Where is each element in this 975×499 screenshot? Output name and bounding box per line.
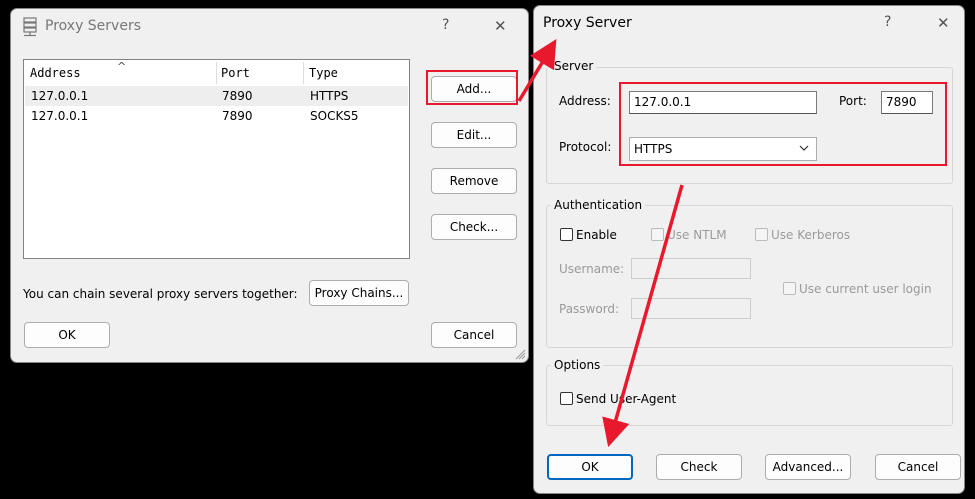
username-input[interactable] bbox=[631, 258, 751, 279]
proxy-server-title: Proxy Server bbox=[543, 15, 632, 31]
authentication-group-title: Authentication bbox=[551, 198, 646, 212]
row-port: 7890 bbox=[222, 89, 253, 103]
advanced-button[interactable]: Advanced... bbox=[765, 454, 851, 480]
add-button[interactable]: Add... bbox=[431, 76, 517, 102]
check-button[interactable]: Check... bbox=[431, 214, 517, 240]
sort-ascending-icon: ^ bbox=[117, 60, 127, 73]
address-label: Address: bbox=[559, 94, 611, 108]
use-kerberos-checkbox[interactable] bbox=[755, 228, 768, 241]
enable-checkbox[interactable] bbox=[560, 228, 573, 241]
send-user-agent-checkbox[interactable] bbox=[560, 392, 573, 405]
send-user-agent-label[interactable]: Send User-Agent bbox=[576, 392, 676, 406]
chain-description: You can chain several proxy servers toge… bbox=[23, 287, 298, 301]
row-type: HTTPS bbox=[310, 89, 349, 103]
protocol-label: Protocol: bbox=[559, 140, 612, 154]
options-group-title: Options bbox=[551, 358, 604, 372]
proxy-server-dialog: Proxy Server ? ✕ Server Address: 127.0.0… bbox=[533, 5, 965, 494]
cancel-button[interactable]: Cancel bbox=[875, 454, 961, 480]
protocol-selected-value: HTTPS bbox=[634, 142, 673, 156]
use-ntlm-checkbox[interactable] bbox=[651, 228, 664, 241]
use-ntlm-label[interactable]: Use NTLM bbox=[667, 228, 727, 242]
password-label: Password: bbox=[559, 302, 620, 316]
proxy-servers-titlebar[interactable]: Proxy Servers ? ✕ bbox=[11, 9, 528, 45]
edit-button[interactable]: Edit... bbox=[431, 122, 517, 148]
help-icon[interactable]: ? bbox=[442, 17, 449, 33]
column-header-port[interactable]: Port bbox=[221, 66, 250, 80]
enable-label[interactable]: Enable bbox=[576, 228, 617, 242]
column-separator[interactable] bbox=[216, 62, 217, 84]
row-address: 127.0.0.1 bbox=[31, 109, 89, 123]
list-item[interactable]: 127.0.0.1 7890 SOCKS5 bbox=[25, 106, 408, 126]
ok-button[interactable]: OK bbox=[547, 454, 633, 480]
close-icon[interactable]: ✕ bbox=[937, 14, 950, 32]
cancel-button[interactable]: Cancel bbox=[431, 322, 517, 348]
proxy-server-titlebar[interactable]: Proxy Server ? ✕ bbox=[534, 6, 964, 42]
check-button[interactable]: Check bbox=[656, 454, 742, 480]
use-current-login-label[interactable]: Use current user login bbox=[799, 282, 932, 296]
port-input[interactable]: 7890 bbox=[881, 91, 933, 114]
proxy-servers-dialog: Proxy Servers ? ✕ Address ^ Port Type 12… bbox=[10, 8, 529, 363]
server-group bbox=[546, 67, 953, 184]
resize-grip-icon[interactable] bbox=[514, 348, 526, 360]
row-type: SOCKS5 bbox=[310, 109, 359, 123]
help-icon[interactable]: ? bbox=[884, 14, 891, 30]
proxy-list[interactable]: Address ^ Port Type 127.0.0.1 7890 HTTPS… bbox=[23, 59, 410, 259]
use-kerberos-label[interactable]: Use Kerberos bbox=[771, 228, 850, 242]
column-header-type[interactable]: Type bbox=[309, 66, 338, 80]
protocol-select[interactable]: HTTPS bbox=[629, 137, 817, 161]
address-input[interactable]: 127.0.0.1 bbox=[629, 91, 817, 114]
server-group-title: Server bbox=[551, 59, 597, 73]
ok-button[interactable]: OK bbox=[24, 322, 110, 348]
column-header-address[interactable]: Address bbox=[30, 66, 81, 80]
use-current-login-checkbox[interactable] bbox=[783, 282, 796, 295]
chevron-down-icon bbox=[799, 145, 809, 151]
column-separator[interactable] bbox=[303, 62, 304, 84]
list-item[interactable]: 127.0.0.1 7890 HTTPS bbox=[25, 86, 408, 106]
row-address: 127.0.0.1 bbox=[31, 89, 89, 103]
password-input[interactable] bbox=[631, 298, 751, 319]
proxy-chains-button[interactable]: Proxy Chains... bbox=[309, 280, 409, 306]
username-label: Username: bbox=[559, 262, 625, 276]
row-port: 7890 bbox=[222, 109, 253, 123]
close-icon[interactable]: ✕ bbox=[494, 17, 507, 35]
remove-button[interactable]: Remove bbox=[431, 168, 517, 194]
port-label: Port: bbox=[839, 94, 867, 108]
proxy-servers-title: Proxy Servers bbox=[45, 18, 142, 34]
server-icon bbox=[23, 17, 37, 37]
